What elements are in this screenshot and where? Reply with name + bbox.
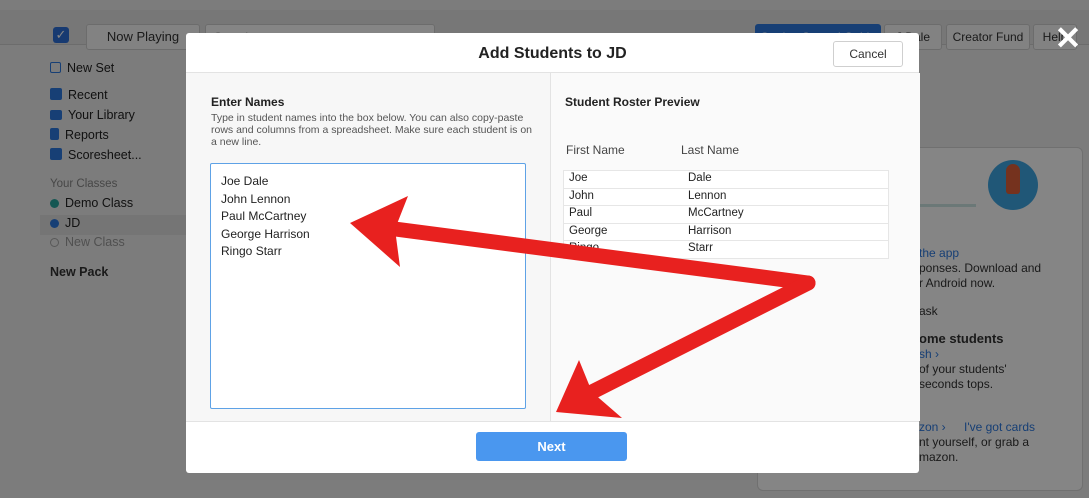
annotation-arrows <box>350 196 816 418</box>
arrow-shaft <box>387 221 816 291</box>
arrow-shaft <box>584 275 816 400</box>
arrow-to-next-button <box>556 275 816 418</box>
arrow-to-names-box <box>350 196 816 291</box>
